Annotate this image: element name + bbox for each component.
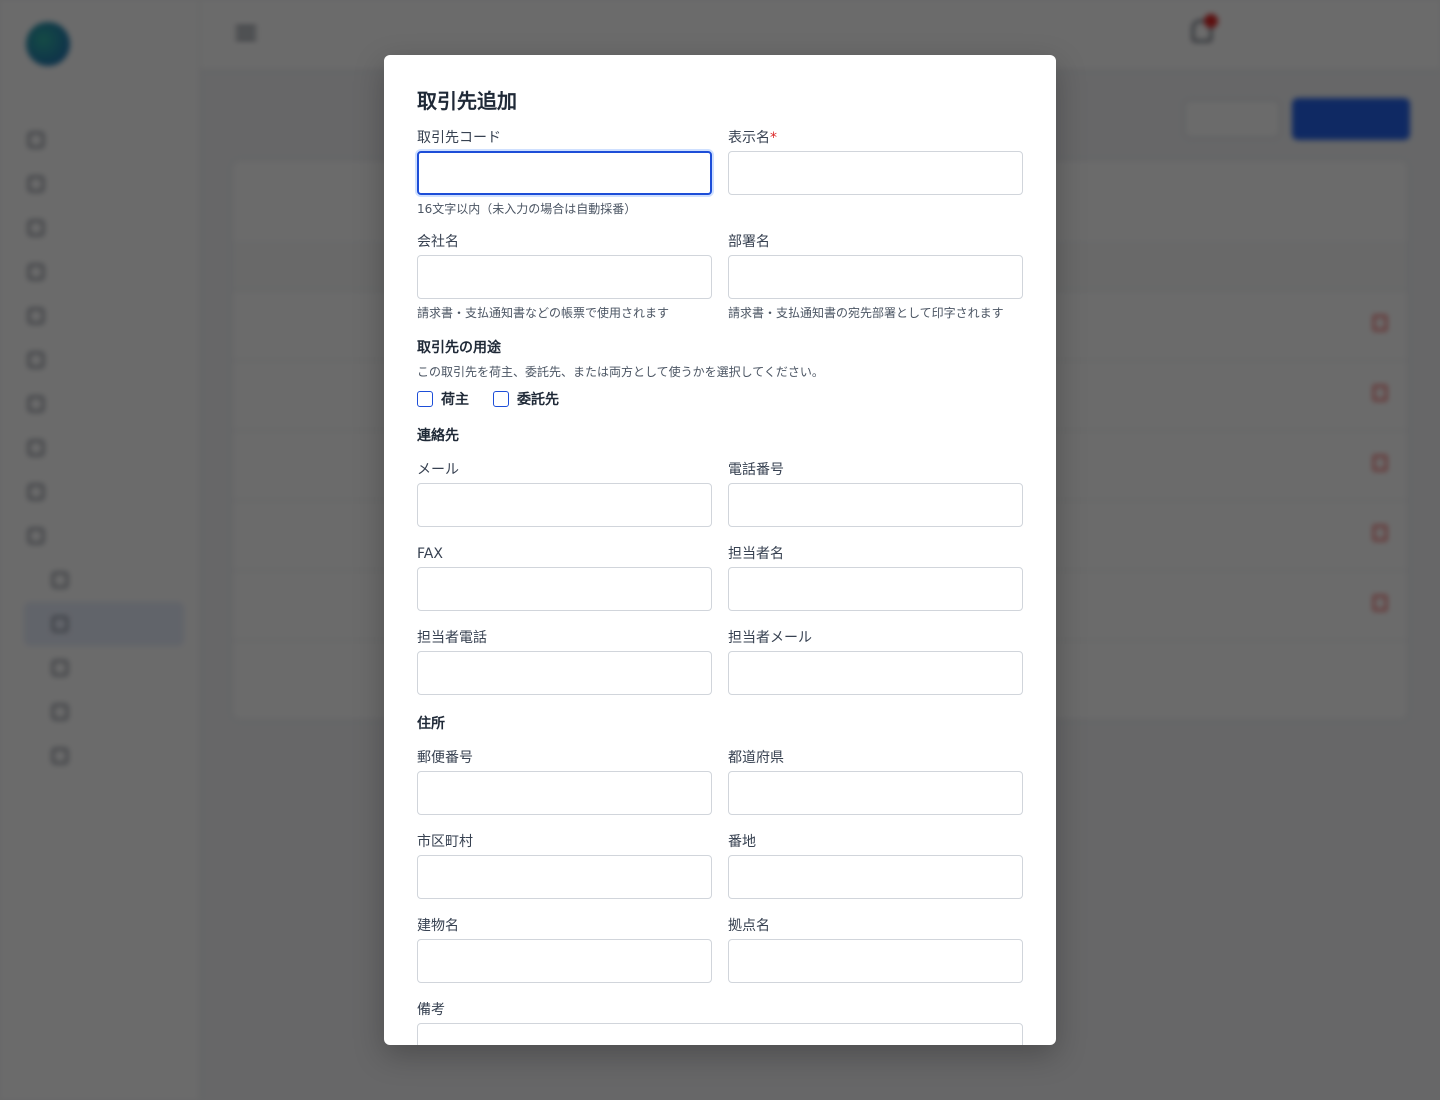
city-input[interactable]: [417, 855, 712, 899]
dialog-title: 取引先追加: [417, 89, 517, 113]
partner-code-hint: 16文字以内（未入力の場合は自動採番）: [417, 202, 637, 216]
display-name-label-text: 表示名: [728, 130, 770, 146]
department-hint: 請求書・支払通知書の宛先部署として印字されます: [728, 306, 1004, 320]
phone-field: 電話番号: [728, 460, 1023, 527]
contact-name-input[interactable]: [728, 567, 1023, 611]
address-section-heading: 住所: [417, 716, 445, 732]
city-label: 市区町村: [417, 834, 473, 850]
partner-code-input[interactable]: [417, 151, 712, 195]
usage-description: この取引先を荷主、委託先、または両方として使うかを選択してください。: [417, 365, 824, 379]
street-field: 番地: [728, 832, 1023, 899]
display-name-label: 表示名*: [728, 128, 1023, 148]
site-name-label: 拠点名: [728, 918, 770, 934]
company-name-hint: 請求書・支払通知書などの帳票で使用されます: [417, 306, 670, 320]
notes-label: 備考: [417, 1002, 445, 1018]
building-field: 建物名: [417, 916, 712, 983]
email-label: メール: [417, 462, 459, 478]
shipper-checkbox[interactable]: [417, 391, 433, 407]
contact-name-field: 担当者名: [728, 544, 1023, 611]
department-input[interactable]: [728, 255, 1023, 299]
display-name-field: 表示名*: [728, 128, 1023, 195]
fax-field: FAX: [417, 544, 712, 611]
contact-section-heading: 連絡先: [417, 428, 459, 444]
required-mark: *: [770, 130, 777, 146]
department-label: 部署名: [728, 234, 770, 250]
contact-email-field: 担当者メール: [728, 628, 1023, 695]
building-input[interactable]: [417, 939, 712, 983]
building-label: 建物名: [417, 918, 459, 934]
partner-code-field: 取引先コード 16文字以内（未入力の場合は自動採番）: [417, 128, 712, 217]
usage-heading: 取引先の用途: [417, 340, 501, 356]
site-name-field: 拠点名: [728, 916, 1023, 983]
shipper-checkbox-label: 荷主: [441, 392, 469, 408]
contact-name-label: 担当者名: [728, 546, 784, 562]
contractor-checkbox-label: 委託先: [517, 392, 559, 408]
usage-option-contractor[interactable]: 委託先: [493, 389, 559, 409]
notes-textarea[interactable]: [417, 1023, 1023, 1045]
fax-input[interactable]: [417, 567, 712, 611]
company-name-label: 会社名: [417, 234, 459, 250]
email-input[interactable]: [417, 483, 712, 527]
city-field: 市区町村: [417, 832, 712, 899]
postal-code-input[interactable]: [417, 771, 712, 815]
site-name-input[interactable]: [728, 939, 1023, 983]
prefecture-label: 都道府県: [728, 750, 784, 766]
contact-phone-input[interactable]: [417, 651, 712, 695]
notes-field: 備考: [417, 1000, 1023, 1045]
postal-code-field: 郵便番号: [417, 748, 712, 815]
contact-email-input[interactable]: [728, 651, 1023, 695]
usage-options: 荷主 委託先: [417, 389, 559, 409]
email-field: メール: [417, 460, 712, 527]
fax-label: FAX: [417, 546, 443, 562]
company-name-input[interactable]: [417, 255, 712, 299]
phone-label: 電話番号: [728, 462, 784, 478]
street-label: 番地: [728, 834, 756, 850]
contact-phone-field: 担当者電話: [417, 628, 712, 695]
display-name-input[interactable]: [728, 151, 1023, 195]
company-name-field: 会社名 請求書・支払通知書などの帳票で使用されます: [417, 232, 712, 321]
contractor-checkbox[interactable]: [493, 391, 509, 407]
usage-option-shipper[interactable]: 荷主: [417, 389, 469, 409]
add-partner-dialog: 取引先追加 取引先コード 16文字以内（未入力の場合は自動採番） 表示名* 会社…: [384, 55, 1056, 1045]
prefecture-input[interactable]: [728, 771, 1023, 815]
department-field: 部署名 請求書・支払通知書の宛先部署として印字されます: [728, 232, 1023, 321]
phone-input[interactable]: [728, 483, 1023, 527]
contact-email-label: 担当者メール: [728, 630, 812, 646]
postal-code-label: 郵便番号: [417, 750, 473, 766]
contact-phone-label: 担当者電話: [417, 630, 487, 646]
street-input[interactable]: [728, 855, 1023, 899]
prefecture-field: 都道府県: [728, 748, 1023, 815]
partner-code-label: 取引先コード: [417, 130, 501, 146]
